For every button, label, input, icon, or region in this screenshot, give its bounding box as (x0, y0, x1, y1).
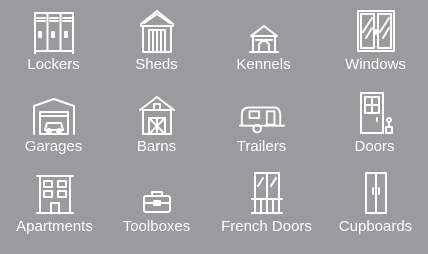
shed-icon (133, 8, 181, 54)
kennel-icon (240, 8, 288, 54)
category-label: Trailers (236, 138, 287, 155)
category-label: Cupboards (338, 218, 413, 235)
category-apartments[interactable]: Apartments (1, 170, 108, 254)
category-doors[interactable]: Doors (321, 90, 428, 174)
category-label: Doors (354, 138, 395, 155)
category-kennels[interactable]: Kennels (210, 8, 317, 92)
cupboard-icon (352, 170, 400, 216)
category-garages[interactable]: Garages (0, 90, 107, 174)
category-french-doors[interactable]: French Doors (213, 170, 320, 254)
trailer-icon (238, 90, 286, 136)
category-label: Windows (345, 56, 406, 73)
apartment-icon (31, 170, 79, 216)
category-label: Kennels (236, 56, 291, 73)
category-label: Garages (24, 138, 83, 155)
category-toolboxes[interactable]: Toolboxes (103, 170, 210, 254)
category-label: Barns (136, 138, 177, 155)
french-doors-icon (243, 170, 291, 216)
window-icon (352, 8, 400, 54)
category-cupboards[interactable]: Cupboards (322, 170, 428, 254)
category-sheds[interactable]: Sheds (103, 8, 210, 92)
toolbox-icon (133, 170, 181, 216)
category-label: Sheds (135, 56, 178, 73)
category-lockers[interactable]: Lockers (0, 8, 107, 92)
category-label: Toolboxes (122, 218, 191, 235)
barn-icon (133, 90, 181, 136)
category-label: Lockers (27, 56, 80, 73)
category-grid: Lockers Sheds Kennels Windows Garages Ba… (0, 0, 428, 254)
garage-icon (30, 90, 78, 136)
category-barns[interactable]: Barns (103, 90, 210, 174)
category-label: French Doors (221, 218, 312, 235)
category-label: Apartments (16, 218, 93, 235)
lockers-icon (30, 8, 78, 54)
category-windows[interactable]: Windows (322, 8, 428, 92)
door-icon (351, 90, 399, 136)
category-trailers[interactable]: Trailers (208, 90, 315, 174)
